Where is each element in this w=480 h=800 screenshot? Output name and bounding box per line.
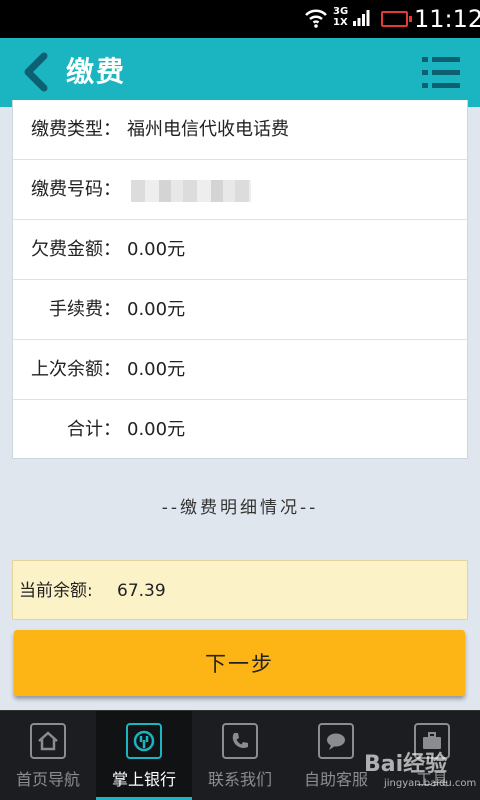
detail-row-type: 缴费类型： 福州电信代收电话费 [13,100,467,160]
tab-label: 掌上银行 [111,770,176,789]
home-icon [30,723,66,759]
detail-row-total: 合计： 0.00元 [13,400,467,460]
signal-icon [353,10,370,26]
detail-value: 0.00元 [127,299,186,320]
page-title: 缴费 [66,55,127,88]
bottom-tab-bar: 首页导航 掌上银行 联系我们 自助客服 工具 [0,710,480,800]
detail-row-arrears: 欠费金额： 0.00元 [13,220,467,280]
detail-label: 缴费号码： [31,179,121,200]
detail-label: 合计： [67,419,121,440]
menu-list-icon[interactable] [422,54,460,92]
tab-label: 首页导航 [15,770,80,789]
detail-row-number: 缴费号码： [13,160,467,220]
detail-value: 0.00元 [127,239,186,260]
bank-icon [126,723,162,759]
detail-label: 欠费金额： [31,239,121,260]
battery-icon [381,11,412,27]
detail-label: 上次余额： [31,359,121,380]
payment-detail-card: 缴费类型： 福州电信代收电话费 缴费号码： 欠费金额： 0.00元 手续费： 0… [12,100,468,459]
balance-value: 67.39 [117,581,166,601]
app-header: 缴费 [0,38,480,107]
tab-label: 联系我们 [207,770,272,789]
detail-value: 0.00元 [127,359,186,380]
briefcase-icon [414,723,450,759]
chat-icon [318,723,354,759]
network-type: 3G [333,6,349,17]
status-bar: 3G 1X 11:12 [0,0,480,38]
tab-label: 工具 [415,770,448,789]
detail-row-fee: 手续费： 0.00元 [13,280,467,340]
tab-label: 自助客服 [303,770,368,789]
back-arrow-icon[interactable] [18,52,54,92]
detail-label: 缴费类型： [31,119,121,140]
current-balance: 当前余额: 67.39 [12,560,468,620]
detail-value: 福州电信代收电话费 [127,119,289,140]
balance-label: 当前余额: [19,581,93,601]
network-indicator: 3G 1X [333,6,348,28]
tab-home[interactable]: 首页导航 [0,711,96,800]
detail-row-last-balance: 上次余额： 0.00元 [13,340,467,400]
phone-icon [222,723,258,759]
tab-self-service[interactable]: 自助客服 [288,711,384,800]
network-type-secondary: 1X [333,17,348,28]
clock: 11:12 [414,5,480,33]
tab-mobile-bank[interactable]: 掌上银行 [96,711,192,800]
tab-tools[interactable]: 工具 [384,711,480,800]
next-step-button[interactable]: 下一步 [14,630,465,696]
redacted-number [131,180,251,202]
tab-contact[interactable]: 联系我们 [192,711,288,800]
payment-detail-link[interactable]: --缴费明细情况-- [0,494,480,522]
wifi-icon [305,9,327,28]
detail-label: 手续费： [49,299,121,320]
detail-value: 0.00元 [127,419,186,440]
